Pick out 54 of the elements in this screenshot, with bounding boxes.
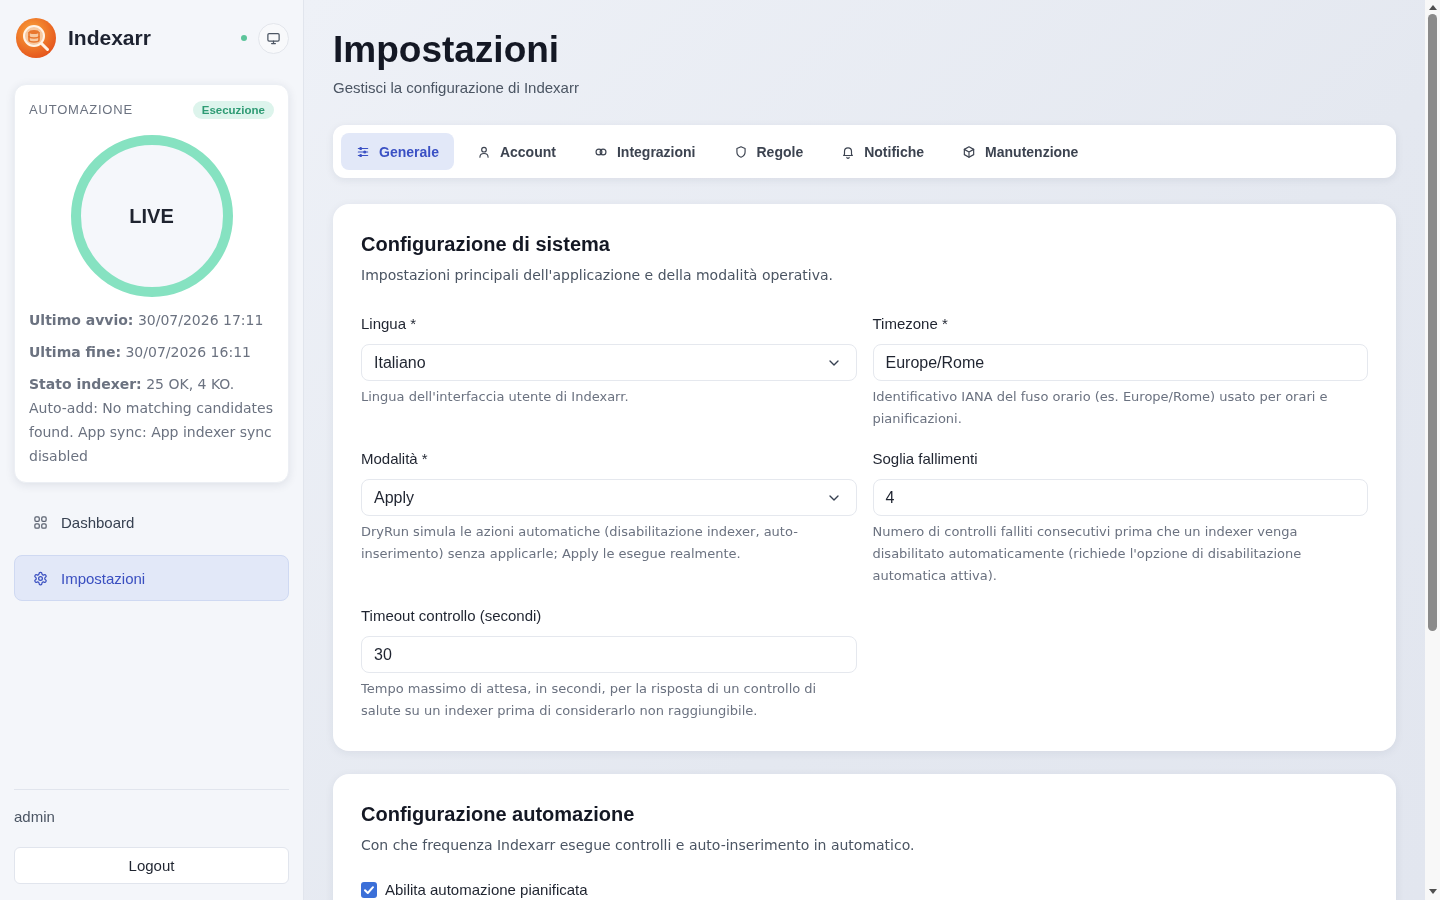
tab[interactable]: Notifiche bbox=[826, 133, 940, 170]
tab[interactable]: Account bbox=[461, 133, 571, 170]
card-heading: AUTOMAZIONE bbox=[29, 102, 133, 117]
field-label: Timeout controllo (secondi) bbox=[361, 606, 543, 626]
field-label: Timezone * bbox=[872, 314, 949, 334]
detail-text: Stato indexer: 25 OK, 4 KO. Auto-add: No matching candidates found. App sync: App indexer sync disabled bbox=[29, 375, 274, 466]
status-badge: Esecuzione bbox=[192, 100, 274, 119]
checkbox-label: Abilita automazione pianificata bbox=[385, 880, 588, 900]
help-text: Numero di controlli falliti consecutivi prima che un indexer venga disabilitato automaticamente (richiede l'opzione di disabilitazione automatica attiva). bbox=[872, 523, 1303, 585]
sliders-icon bbox=[356, 144, 370, 159]
magnifier-logo-icon bbox=[16, 18, 56, 58]
nav-item[interactable]: Dashboard bbox=[14, 499, 289, 545]
field-label: Soglia fallimenti bbox=[872, 449, 979, 469]
grid-icon bbox=[33, 514, 48, 530]
scroll-down-arrow-icon[interactable] bbox=[1428, 889, 1437, 894]
field-label: Modalità * bbox=[361, 449, 429, 469]
checkbox[interactable] bbox=[361, 882, 377, 898]
nav-item[interactable]: Impostazioni bbox=[14, 555, 289, 601]
help-text: Lingua dell'interfaccia utente di Indexarr. bbox=[361, 388, 630, 406]
input-field[interactable]: 30 bbox=[361, 636, 857, 673]
page-subtitle: Gestisci la configurazione di Indexarr bbox=[333, 78, 580, 98]
section-description: Impostazioni principali dell'applicazione e della modalità operativa. bbox=[361, 266, 834, 285]
select-field[interactable]: Italiano bbox=[361, 344, 857, 381]
cube-icon bbox=[962, 144, 977, 159]
detail-text: Ultima fine: 30/07/2026 16:11 bbox=[29, 343, 252, 362]
logout-button[interactable]: Logout bbox=[14, 847, 289, 884]
bell-icon bbox=[841, 144, 856, 159]
scrollbar[interactable] bbox=[1425, 0, 1440, 900]
shield-icon bbox=[733, 144, 748, 159]
gear-icon bbox=[33, 570, 48, 586]
scrollbar-thumb[interactable] bbox=[1428, 14, 1437, 631]
detail-text: Ultimo avvio: 30/07/2026 17:11 bbox=[29, 311, 265, 330]
user-icon bbox=[476, 144, 491, 159]
tab[interactable]: Regole bbox=[718, 133, 819, 170]
display-button[interactable] bbox=[258, 22, 289, 54]
tab[interactable]: Manutenzione bbox=[947, 133, 1094, 170]
section-title: Configurazione automazione bbox=[361, 802, 636, 827]
ring-label: LIVE bbox=[129, 204, 174, 228]
username: admin bbox=[14, 807, 56, 827]
page-title: Impostazioni bbox=[333, 28, 561, 72]
field-label: Lingua * bbox=[361, 314, 418, 334]
brand-name: Indexarr bbox=[68, 26, 151, 50]
tab[interactable]: Integrazioni bbox=[578, 133, 711, 170]
help-text: Identificativo IANA del fuso orario (es. Europe/Rome) usato per orari e pianificazioni. bbox=[872, 388, 1329, 428]
monitor-icon bbox=[266, 30, 281, 46]
help-text: DryRun simula le azioni automatiche (disabilitazione indexer, auto-inserimento) senza applicarle; Apply le esegue realmente. bbox=[361, 523, 799, 563]
section-description: Con che frequenza Indexarr esegue controlli e auto-inserimento in automatico. bbox=[361, 836, 916, 855]
help-text: Tempo massimo di attesa, in secondi, per la risposta di un controllo di salute su un indexer prima di considerarlo non raggiungibile. bbox=[361, 680, 818, 720]
tab[interactable]: Generale bbox=[341, 133, 454, 170]
scroll-up-arrow-icon[interactable] bbox=[1428, 5, 1437, 10]
input-field[interactable]: Europe/Rome bbox=[872, 344, 1368, 381]
section-title: Configurazione di sistema bbox=[361, 232, 611, 257]
input-field[interactable]: 4 bbox=[872, 479, 1368, 516]
select-field[interactable]: Apply bbox=[361, 479, 857, 516]
